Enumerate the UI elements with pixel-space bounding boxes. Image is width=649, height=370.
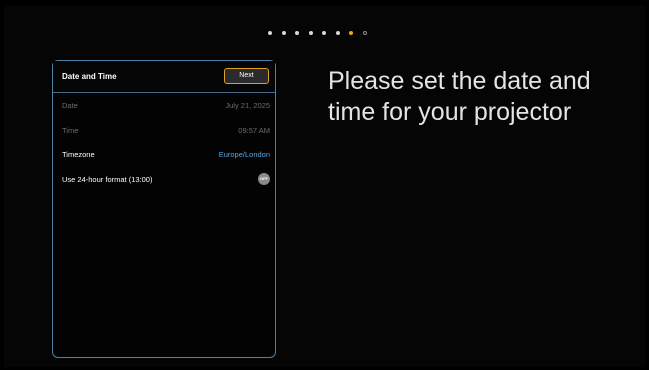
format-24h-row[interactable]: Use 24-hour format (13:00) OFF [62, 173, 270, 187]
time-row[interactable]: Time 09:57 AM [62, 124, 270, 138]
date-value: July 21, 2025 [225, 101, 270, 110]
step-dot [268, 31, 272, 35]
step-dot [281, 31, 286, 35]
timezone-label: Timezone [62, 150, 95, 159]
panel-header: Date and Time Next [53, 61, 275, 93]
next-button[interactable]: Next [224, 68, 269, 84]
step-dot [308, 31, 313, 35]
date-label: Date [62, 101, 78, 110]
format-24h-toggle[interactable]: OFF [258, 173, 270, 185]
panel-title: Date and Time [62, 72, 117, 81]
step-dot [362, 31, 367, 35]
step-dot [322, 31, 326, 35]
format-24h-label: Use 24-hour format (13:00) [62, 175, 153, 184]
setup-headline: Please set the date and time for your pr… [328, 67, 591, 126]
step-dot [335, 31, 340, 35]
timezone-value: Europe/London [218, 150, 270, 159]
step-pagination [268, 28, 376, 38]
step-dot-current [349, 31, 353, 35]
timezone-row[interactable]: Timezone Europe/London [62, 148, 270, 162]
step-dot [295, 31, 299, 35]
time-value: 09:57 AM [238, 126, 270, 135]
time-label: Time [62, 126, 79, 135]
date-time-panel: Date and Time Next Date July 21, 2025 Ti… [52, 60, 276, 358]
date-row[interactable]: Date July 21, 2025 [62, 99, 270, 113]
